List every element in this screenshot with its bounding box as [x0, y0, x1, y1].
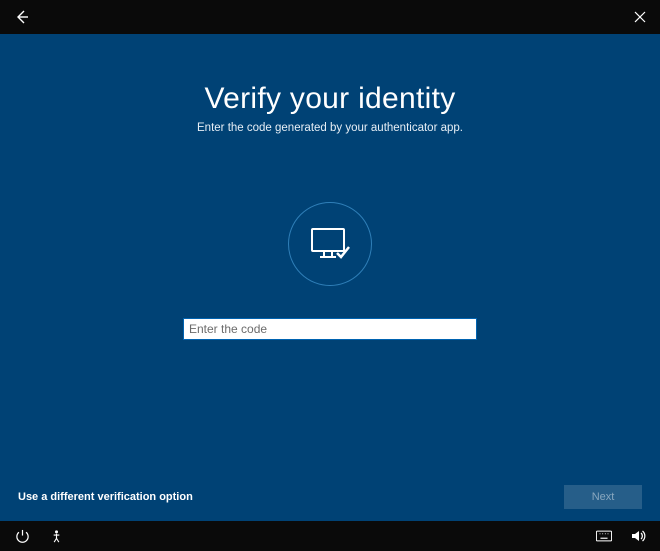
footer-bar — [0, 521, 660, 551]
keyboard-icon[interactable] — [596, 528, 612, 544]
close-icon[interactable] — [634, 11, 646, 23]
ease-of-access-icon[interactable] — [48, 528, 64, 544]
code-input[interactable] — [183, 318, 477, 340]
page-title: Verify your identity — [204, 82, 455, 116]
main-content: Verify your identity Enter the code gene… — [0, 34, 660, 521]
volume-icon[interactable] — [630, 528, 646, 544]
title-bar — [0, 0, 660, 34]
power-icon[interactable] — [14, 528, 30, 544]
page-subtitle: Enter the code generated by your authent… — [197, 122, 463, 134]
next-button[interactable]: Next — [564, 485, 642, 509]
footer-left — [14, 528, 64, 544]
footer-right — [596, 528, 646, 544]
alternate-verification-link[interactable]: Use a different verification option — [18, 491, 193, 503]
back-icon[interactable] — [14, 9, 30, 25]
monitor-check-icon — [288, 202, 372, 286]
